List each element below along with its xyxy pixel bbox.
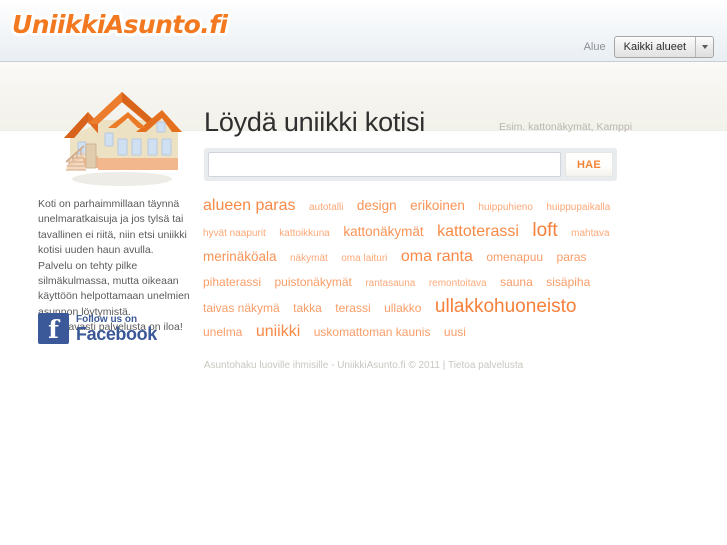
tag-cloud: alueen paras autotalli design erikoinen … — [203, 194, 627, 344]
site-header: UniikkiAsunto.fi Alue Kaikki alueet — [0, 0, 727, 62]
tag-link[interactable]: puistonäkymät — [274, 275, 351, 289]
search-example-hint: Esim. kattonäkymät, Kamppi — [499, 121, 633, 133]
tag-link[interactable]: kattonäkymät — [343, 224, 423, 239]
tag-link[interactable]: ullakkohuoneisto — [435, 296, 577, 317]
area-selector: Alue Kaikki alueet — [584, 36, 714, 58]
tag-link[interactable]: sauna — [500, 275, 533, 289]
search-form: HAE — [204, 148, 617, 181]
tag-link[interactable]: uskomattoman kaunis — [314, 325, 431, 339]
tag-link[interactable]: rantasauna — [365, 278, 415, 289]
site-footer: Asuntohaku luoville ihmisille - UniikkiA… — [0, 360, 727, 371]
facebook-follow-badge[interactable]: Follow us on Facebook — [38, 313, 157, 345]
footer-text[interactable]: Asuntohaku luoville ihmisille - UniikkiA… — [204, 360, 523, 371]
tag-link[interactable]: kattoterassi — [437, 223, 519, 240]
area-label: Alue — [583, 41, 606, 53]
tag-link[interactable]: alueen paras — [203, 197, 296, 214]
tag-link[interactable]: unelma — [203, 325, 242, 339]
tag-link[interactable]: hyvät naapurit — [203, 228, 266, 239]
tag-link[interactable]: takka — [293, 301, 322, 315]
tag-link[interactable]: design — [357, 198, 397, 213]
area-dropdown-value: Kaikki alueet — [623, 41, 686, 53]
facebook-badge-line1: Follow us on — [76, 313, 138, 325]
tag-link[interactable]: ullakko — [384, 301, 421, 315]
chevron-down-icon — [695, 37, 713, 57]
tag-link[interactable]: uniikki — [256, 323, 300, 340]
page-title: Löydä uniikki kotisi — [204, 107, 426, 137]
site-logo[interactable]: UniikkiAsunto.fi — [12, 11, 228, 39]
tag-link[interactable]: paras — [557, 250, 587, 264]
search-submit-button[interactable]: HAE — [565, 152, 613, 177]
tag-link[interactable]: omenapuu — [486, 250, 543, 264]
facebook-badge-text: Follow us on Facebook — [76, 314, 157, 344]
tag-link[interactable]: erikoinen — [410, 198, 465, 213]
tag-link[interactable]: loft — [532, 220, 557, 241]
tag-link[interactable]: sisäpiha — [546, 275, 590, 289]
tag-link[interactable]: uusi — [444, 325, 466, 339]
tag-link[interactable]: terassi — [335, 301, 370, 315]
tag-link[interactable]: autotalli — [309, 202, 343, 213]
tag-link[interactable]: kattoikkuna — [279, 228, 330, 239]
tag-link[interactable]: merinäköala — [203, 249, 277, 264]
facebook-icon — [38, 313, 69, 345]
search-input[interactable] — [208, 152, 561, 177]
tag-link[interactable]: mahtava — [571, 228, 609, 239]
tag-link[interactable]: oma ranta — [401, 248, 473, 265]
tag-link[interactable]: huippuhieno — [478, 202, 533, 213]
tag-link[interactable]: huippupaikalla — [546, 202, 610, 213]
tag-link[interactable]: oma laituri — [341, 253, 387, 264]
tag-link[interactable]: pihaterassi — [203, 275, 261, 289]
facebook-badge-line2: Facebook — [76, 323, 157, 344]
tag-link[interactable]: näkymät — [290, 253, 328, 264]
tag-link[interactable]: taivas näkymä — [203, 301, 280, 315]
area-dropdown[interactable]: Kaikki alueet — [613, 36, 714, 58]
tag-link[interactable]: remontoitava — [429, 278, 487, 289]
house-illustration — [58, 84, 182, 188]
